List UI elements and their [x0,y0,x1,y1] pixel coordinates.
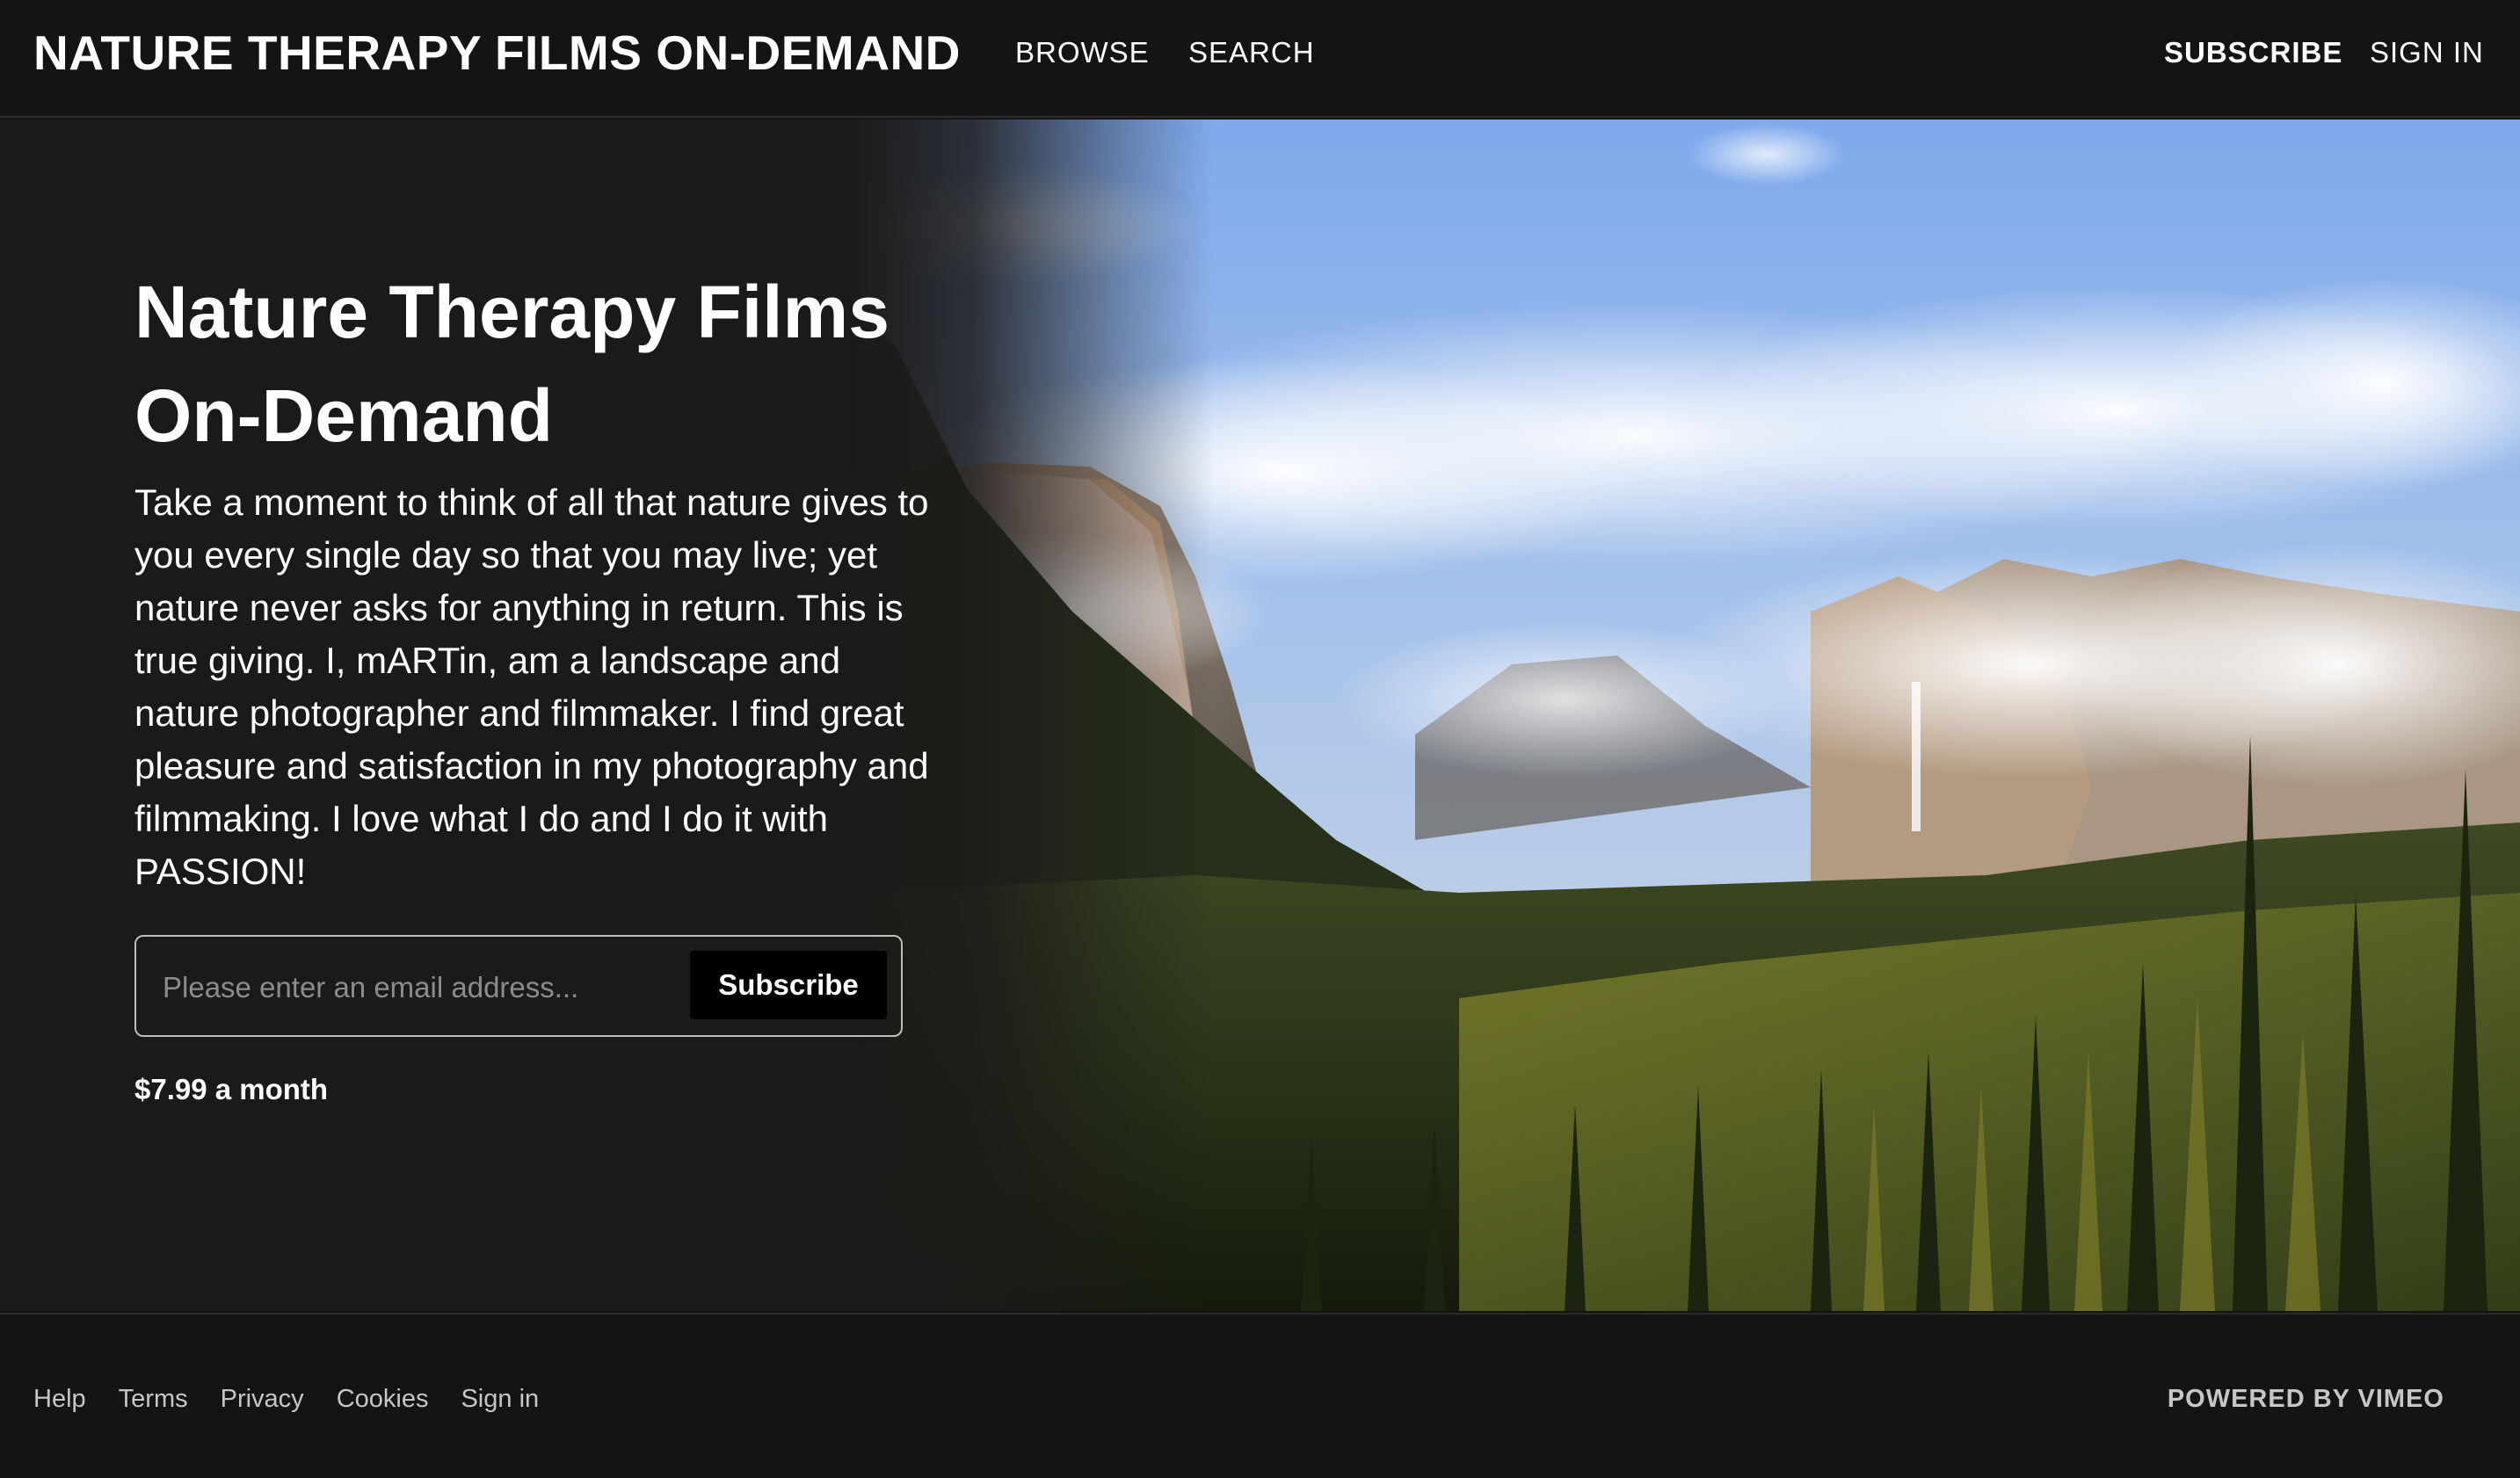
hero-section: Nature Therapy Films On-Demand Take a mo… [0,120,2520,1311]
hero-content: Nature Therapy Films On-Demand Take a mo… [134,260,943,1109]
footer-link-help[interactable]: Help [33,1381,86,1416]
footer-link-privacy[interactable]: Privacy [221,1381,304,1416]
subscribe-button[interactable]: Subscribe [690,951,887,1019]
subscription-price: $7.99 a month [134,1073,329,1105]
site-brand[interactable]: NATURE THERAPY FILMS ON-DEMAND [33,25,961,81]
powered-by-vimeo-link[interactable]: POWERED BY VIMEO [2168,1381,2444,1416]
footer-links: Help Terms Privacy Cookies Sign in [33,1381,571,1416]
footer-link-sign-in[interactable]: Sign in [461,1381,539,1416]
site-footer: Help Terms Privacy Cookies Sign in POWER… [0,1313,2520,1478]
subscribe-form: Subscribe [134,935,903,1037]
hero-description: Take a moment to think of all that natur… [134,482,929,892]
footer-link-terms[interactable]: Terms [119,1381,188,1416]
nav-browse-link[interactable]: BROWSE [1015,33,1150,72]
hero-title: Nature Therapy Films On-Demand [134,271,890,457]
nav-search-link[interactable]: SEARCH [1188,33,1315,72]
footer-link-cookies[interactable]: Cookies [337,1381,429,1416]
site-header: NATURE THERAPY FILMS ON-DEMAND BROWSE SE… [0,0,2520,118]
nav-sign-in-link[interactable]: SIGN IN [2370,33,2484,72]
nav-subscribe-link[interactable]: SUBSCRIBE [2164,33,2342,72]
email-input[interactable] [161,963,653,1012]
